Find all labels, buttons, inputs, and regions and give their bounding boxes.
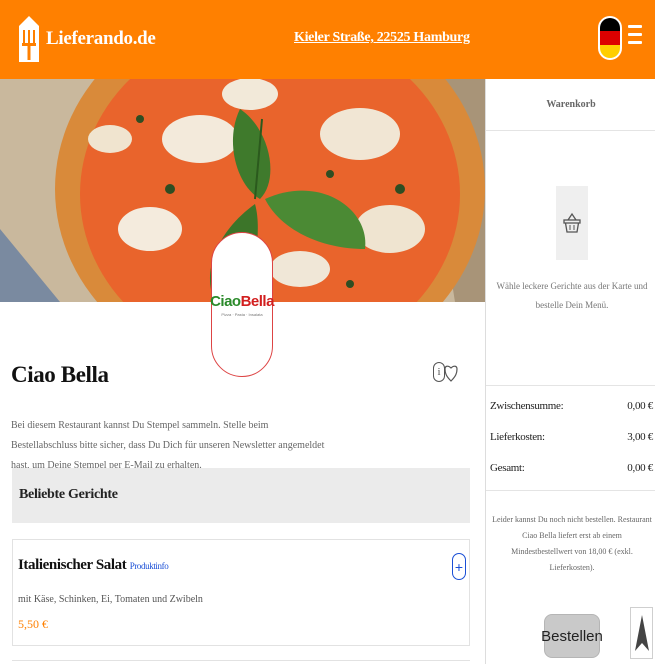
- delivery-cost-label: Lieferkosten:: [490, 431, 545, 443]
- lieferando-logo[interactable]: Lieferando.de: [18, 14, 156, 64]
- total-value: 0,00 €: [627, 462, 653, 474]
- top-header: Lieferando.de Kieler Straße, 22525 Hambu…: [0, 0, 655, 79]
- product-info-link[interactable]: Produktinfo: [130, 561, 169, 571]
- restaurant-name: Ciao Bella: [11, 362, 109, 387]
- order-button[interactable]: Bestellen: [541, 614, 603, 658]
- total-row: Gesamt: 0,00 €: [490, 462, 653, 474]
- subtotal-row: Zwischensumme: 0,00 €: [490, 400, 653, 412]
- restaurant-logo: CiaoBella Pizza · Pasta · Insalata: [210, 232, 274, 377]
- total-label: Gesamt:: [490, 462, 525, 474]
- hamburger-menu-icon[interactable]: [628, 25, 644, 47]
- heart-favorite-icon[interactable]: [444, 363, 458, 383]
- min-order-notice: Leider kannst Du noch nicht bestellen. R…: [492, 515, 652, 572]
- stamp-notice: Bei diesem Restaurant kannst Du Stempel …: [11, 420, 325, 471]
- cart-divider: [486, 490, 655, 491]
- delivery-cost-value: 3,00 €: [627, 431, 653, 443]
- cart-divider: [486, 385, 655, 386]
- delivery-cost-row: Lieferkosten: 3,00 €: [490, 431, 653, 443]
- popular-dishes-title: Beliebte Gerichte: [19, 487, 118, 502]
- cart-sidebar: Warenkorb Wähle leckere Gerichte aus der…: [485, 79, 655, 664]
- dish-title: Italienischer Salat Produktinfo: [18, 557, 169, 573]
- dish-card[interactable]: Italienischer Salat Produktinfo + mit Kä…: [12, 539, 470, 646]
- basket-icon: [556, 186, 588, 260]
- logo-text: Lieferando.de: [46, 28, 156, 49]
- subtotal-value: 0,00 €: [627, 400, 653, 412]
- delivery-address-link[interactable]: Kieler Straße, 22525 Hamburg: [294, 30, 470, 46]
- dish-description: mit Käse, Schinken, Ei, Tomaten und Zwib…: [18, 594, 203, 605]
- cart-title: Warenkorb: [486, 79, 655, 131]
- cart-empty-text: Wähle leckere Gerichte aus der Karte und…: [496, 281, 648, 310]
- restaurant-logo-tagline: Pizza · Pasta · Insalata: [221, 311, 263, 317]
- next-dish-card-edge: [12, 660, 470, 664]
- house-fork-icon: [19, 16, 39, 62]
- restaurant-logo-wordmark: CiaoBella: [210, 292, 274, 310]
- add-dish-plus-icon[interactable]: +: [452, 553, 466, 580]
- de-flag-icon[interactable]: [598, 16, 622, 60]
- popular-dishes-header: Beliebte Gerichte: [12, 468, 470, 523]
- dish-price: 5,50 €: [18, 617, 48, 631]
- subtotal-label: Zwischensumme:: [490, 400, 564, 412]
- scroll-to-top-arrow-icon[interactable]: [630, 607, 653, 659]
